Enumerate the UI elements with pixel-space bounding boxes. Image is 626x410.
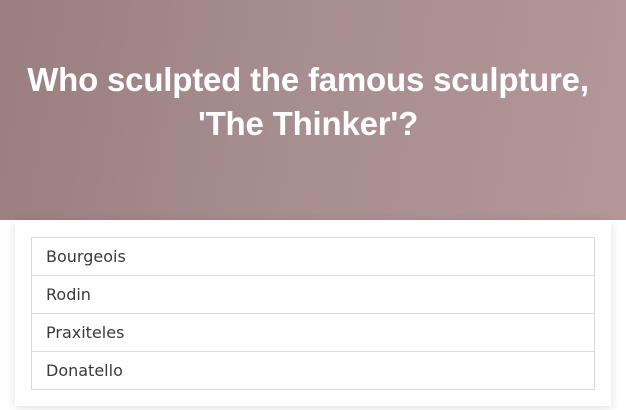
answer-option-donatello[interactable]: Donatello: [32, 352, 594, 389]
answer-list: Bourgeois Rodin Praxiteles Donatello: [31, 237, 595, 390]
answer-option-rodin[interactable]: Rodin: [32, 276, 594, 314]
answer-option-bourgeois[interactable]: Bourgeois: [32, 238, 594, 276]
answer-card: Bourgeois Rodin Praxiteles Donatello: [15, 220, 611, 406]
question-text: Who sculpted the famous sculpture, 'The …: [27, 61, 589, 142]
answer-option-praxiteles[interactable]: Praxiteles: [32, 314, 594, 352]
question-header: Who sculpted the famous sculpture, 'The …: [0, 0, 626, 220]
